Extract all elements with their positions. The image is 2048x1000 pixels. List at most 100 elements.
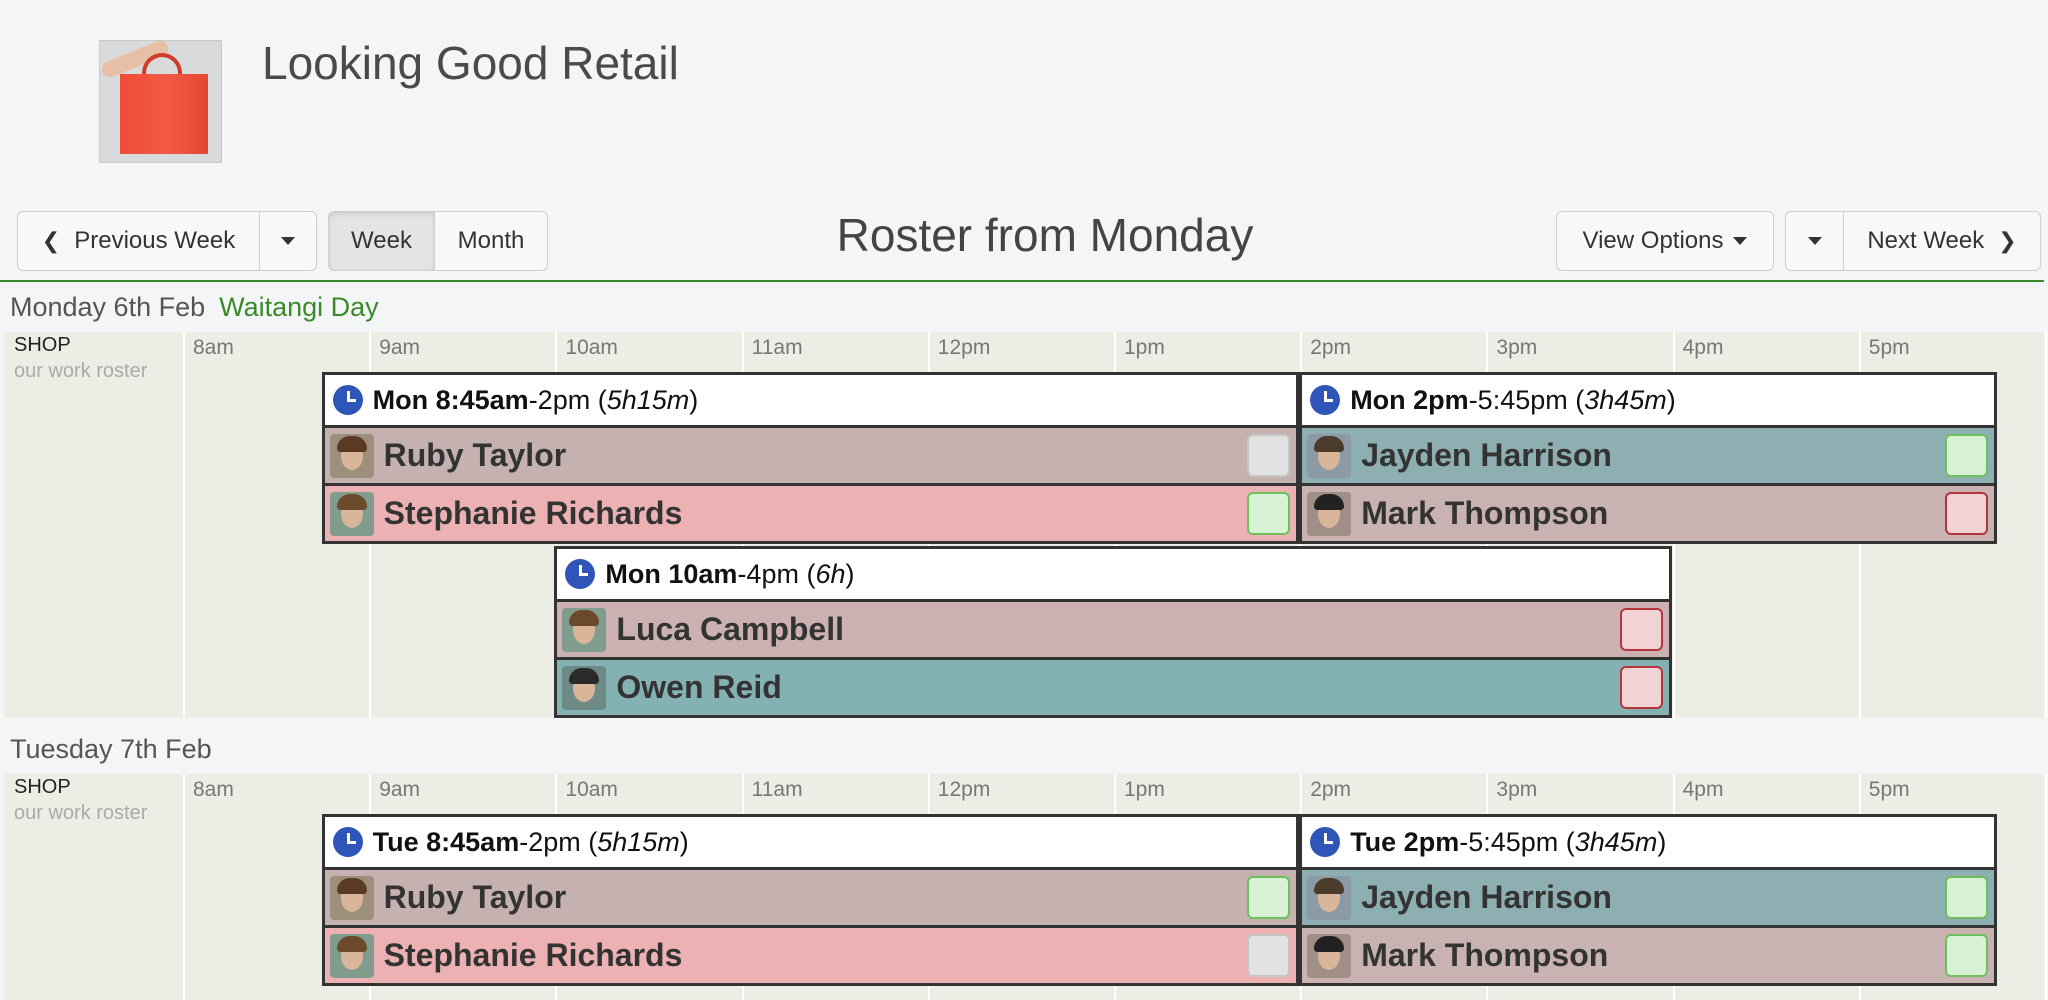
confirm-checkbox[interactable] [1945, 492, 1989, 535]
confirm-checkbox[interactable] [1247, 492, 1291, 535]
next-week-button[interactable]: Next Week ❯ [1843, 211, 2041, 271]
confirm-checkbox[interactable] [1945, 434, 1989, 477]
hour-label: 2pm [1310, 336, 1352, 359]
shift-duration-close: ) [1657, 826, 1667, 857]
staff-name: Owen Reid [616, 669, 782, 705]
shift-header[interactable]: Mon 2pm -5:45pm (3h45m) [1302, 375, 1995, 425]
confirm-checkbox[interactable] [1247, 434, 1291, 477]
staff-name: Luca Campbell [616, 611, 844, 647]
month-label: Month [457, 227, 525, 254]
location-label: SHOP [14, 776, 71, 798]
confirm-checkbox[interactable] [1619, 608, 1663, 651]
day-timeline-grid: SHOP our work roster 8am 9am 10am 11am 12pm 1… [4, 774, 2047, 1000]
previous-week-button[interactable]: ❮ Previous Week [17, 211, 260, 271]
toolbar-divider [0, 280, 2044, 282]
confirm-checkbox[interactable] [1247, 934, 1291, 977]
avatar [329, 875, 374, 920]
shift-block[interactable]: Tue 8:45am -2pm (5h15m) Ruby Taylor Stephan… [321, 814, 1300, 986]
shift-header[interactable]: Mon 10am -4pm (6h) [557, 549, 1669, 599]
staff-row[interactable]: Jayden Harrison [1302, 870, 1995, 925]
shift-duration-close: ) [689, 384, 699, 415]
confirm-checkbox[interactable] [1619, 666, 1663, 709]
clock-icon [565, 559, 596, 589]
staff-row[interactable]: Stephanie Richards [324, 928, 1297, 983]
confirm-checkbox[interactable] [1945, 876, 1989, 919]
confirm-checkbox[interactable] [1247, 876, 1291, 919]
week-label: Week [351, 227, 412, 254]
shift-start: Tue 8:45am [372, 826, 520, 857]
avatar [329, 433, 374, 478]
caret-down-icon [1733, 237, 1748, 245]
location-label: SHOP [14, 334, 71, 356]
hour-label: 10am [565, 336, 618, 359]
day-heading: Tuesday 7th Feb [10, 734, 212, 765]
company-name: Looking Good Retail [262, 37, 679, 89]
shift-start: Mon 8:45am [372, 384, 529, 415]
shift-duration: 3h45m [1584, 384, 1667, 415]
hour-label: 3pm [1496, 778, 1538, 801]
shift-end: -5:45pm ( [1468, 384, 1585, 415]
holiday-label: Waitangi Day [219, 292, 379, 322]
avatar [1307, 875, 1352, 920]
staff-row[interactable]: Mark Thompson [1302, 928, 1995, 983]
week-view-button[interactable]: Week [328, 211, 435, 271]
hour-label: 1pm [1124, 336, 1165, 359]
shift-end: -4pm ( [737, 558, 816, 589]
shift-end: -2pm ( [528, 384, 607, 415]
staff-row[interactable]: Luca Campbell [557, 602, 1669, 657]
clock-icon [1310, 827, 1341, 857]
avatar [1307, 433, 1352, 478]
staff-row[interactable]: Mark Thompson [1302, 486, 1995, 541]
next-week-dropdown[interactable] [1785, 211, 1844, 271]
next-week-label: Next Week [1867, 227, 1985, 254]
avatar [562, 665, 607, 710]
hour-label: 9am [379, 778, 421, 801]
staff-row[interactable]: Ruby Taylor [324, 428, 1297, 483]
staff-name: Ruby Taylor [383, 879, 567, 915]
hour-label: 10am [565, 778, 618, 801]
staff-name: Mark Thompson [1361, 495, 1609, 531]
staff-name: Stephanie Richards [383, 937, 683, 973]
shift-header[interactable]: Mon 8:45am -2pm (5h15m) [324, 375, 1297, 425]
hour-gridline [2045, 332, 2047, 718]
previous-week-dropdown[interactable] [259, 211, 317, 271]
hour-label: 12pm [937, 778, 991, 801]
shift-duration: 5h15m [597, 826, 680, 857]
shift-block[interactable]: Mon 10am -4pm (6h) Luca Campbell Owen Reid [554, 546, 1672, 718]
clock-icon [1310, 385, 1341, 415]
clock-icon [332, 827, 363, 857]
view-options-button[interactable]: View Options [1556, 211, 1774, 271]
staff-name: Jayden Harrison [1361, 879, 1612, 915]
shift-end: -2pm ( [519, 826, 598, 857]
staff-row[interactable]: Owen Reid [557, 660, 1669, 715]
staff-row[interactable]: Ruby Taylor [324, 870, 1297, 925]
hour-label: 3pm [1496, 336, 1538, 359]
staff-name: Jayden Harrison [1361, 437, 1612, 473]
shift-start: Mon 2pm [1350, 384, 1469, 415]
staff-row[interactable]: Jayden Harrison [1302, 428, 1995, 483]
hour-label: 4pm [1682, 336, 1724, 359]
previous-week-label: Previous Week [74, 227, 236, 254]
day-timeline-grid: SHOP our work roster 8am 9am 10am 11am 12pm 1… [4, 332, 2047, 718]
view-options-label: View Options [1582, 227, 1724, 254]
shift-block[interactable]: Mon 2pm -5:45pm (3h45m) Jayden Harrison Mar… [1299, 372, 1998, 544]
clock-icon [332, 385, 363, 415]
hour-label: 9am [379, 336, 421, 359]
company-logo [99, 40, 222, 163]
hour-label: 2pm [1310, 778, 1352, 801]
month-view-button[interactable]: Month [434, 211, 548, 271]
shift-duration-close: ) [679, 826, 689, 857]
shift-block[interactable]: Tue 2pm -5:45pm (3h45m) Jayden Harrison Mar… [1299, 814, 1998, 986]
shift-header[interactable]: Tue 8:45am -2pm (5h15m) [324, 817, 1297, 867]
hour-label: 8am [193, 336, 234, 359]
hour-label: 8am [193, 778, 234, 801]
staff-row[interactable]: Stephanie Richards [324, 486, 1297, 541]
chevron-left-icon: ❮ [41, 228, 61, 253]
hour-gridline [183, 332, 185, 718]
shift-duration-close: ) [845, 558, 855, 589]
shift-header[interactable]: Tue 2pm -5:45pm (3h45m) [1302, 817, 1995, 867]
shift-block[interactable]: Mon 8:45am -2pm (5h15m) Ruby Taylor Stephan… [321, 372, 1300, 544]
avatar [329, 933, 374, 978]
caret-down-icon [1807, 237, 1822, 245]
confirm-checkbox[interactable] [1945, 934, 1989, 977]
